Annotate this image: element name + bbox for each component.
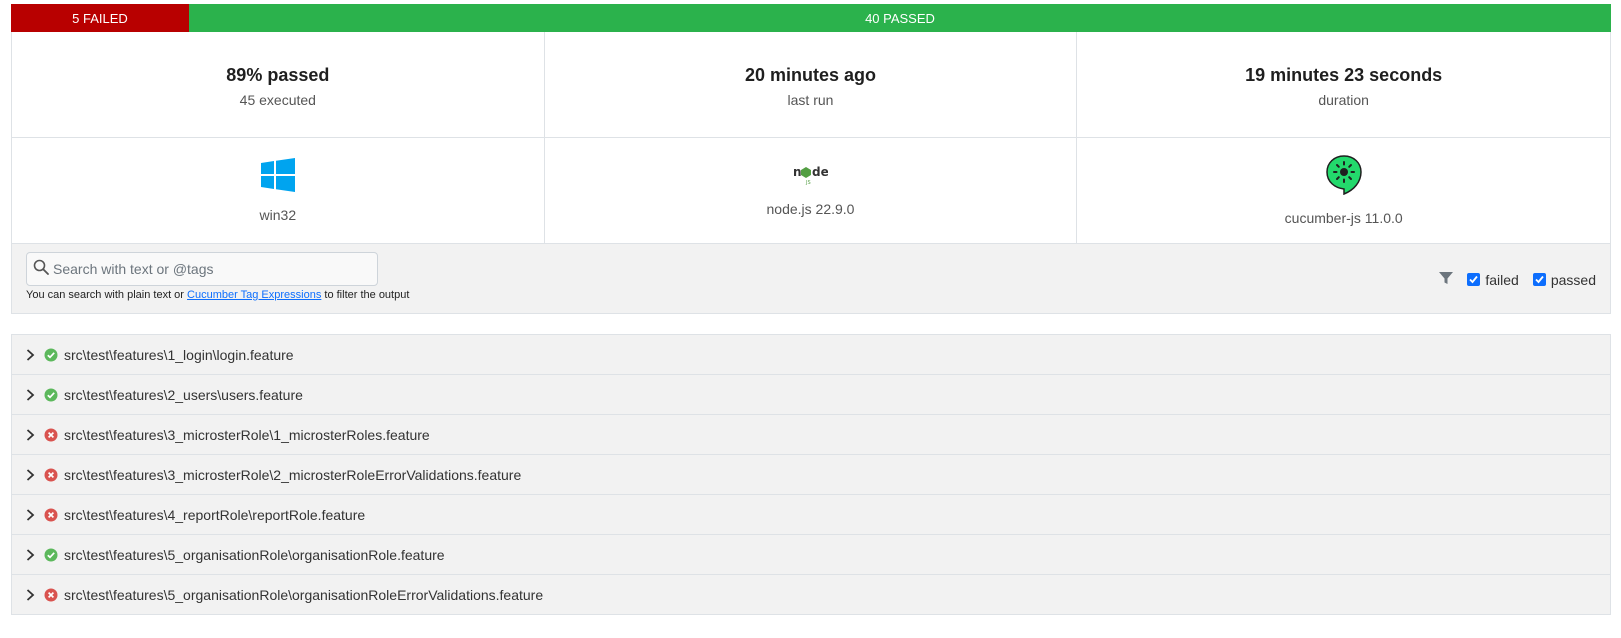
chevron-right-icon[interactable]	[26, 388, 38, 401]
os-info: win32	[12, 138, 545, 244]
feature-path: src\test\features\5_organisationRole\org…	[64, 546, 445, 563]
tag-expressions-link[interactable]: Cucumber Tag Expressions	[187, 289, 321, 301]
report-container: 5 FAILED 40 PASSED 89% passed 45 execute…	[11, 4, 1611, 615]
windows-icon	[260, 158, 295, 197]
search-panel: You can search with plain text or Cucumb…	[11, 244, 1611, 314]
feature-row[interactable]: src\test\features\4_reportRole\reportRol…	[12, 494, 1610, 534]
search-help-text: You can search with plain text or Cucumb…	[26, 289, 409, 301]
os-label: win32	[259, 207, 297, 223]
feature-row[interactable]: src\test\features\3_microsterRole\1_micr…	[12, 414, 1610, 454]
failed-filter-label[interactable]: failed	[1485, 272, 1518, 288]
status-filters: failed passed	[1439, 271, 1596, 288]
duration-value: 19 minutes 23 seconds	[1245, 65, 1443, 85]
duration-label: duration	[1318, 92, 1369, 108]
svg-text:de: de	[812, 165, 828, 179]
feature-path: src\test\features\4_reportRole\reportRol…	[64, 506, 366, 523]
feature-row[interactable]: src\test\features\3_microsterRole\2_micr…	[12, 454, 1610, 494]
executed-count-label: 45 executed	[239, 92, 316, 108]
passed-filter-label[interactable]: passed	[1551, 272, 1596, 288]
last-run-stat: 20 minutes ago last run	[544, 32, 1078, 138]
chevron-right-icon[interactable]	[26, 548, 38, 561]
chevron-right-icon[interactable]	[26, 468, 38, 481]
search-help-prefix: You can search with plain text or	[26, 289, 188, 301]
feature-row[interactable]: src\test\features\1_login\login.feature	[12, 335, 1610, 374]
chevron-right-icon[interactable]	[26, 348, 38, 361]
stats-grid: 89% passed 45 executed 20 minutes ago la…	[11, 32, 1611, 244]
filter-icon	[1439, 271, 1454, 288]
feature-path: src\test\features\5_organisationRole\org…	[64, 586, 544, 603]
pass-rate-stat: 89% passed 45 executed	[12, 32, 545, 138]
passed-status-icon	[44, 548, 58, 562]
pass-rate-value: 89% passed	[226, 65, 330, 85]
framework-info: cucumber-js 11.0.0	[1077, 138, 1610, 244]
feature-path: src\test\features\3_microsterRole\2_micr…	[64, 466, 522, 483]
feature-row[interactable]: src\test\features\5_organisationRole\org…	[12, 574, 1610, 614]
feature-row[interactable]: src\test\features\5_organisationRole\org…	[12, 534, 1610, 574]
feature-path: src\test\features\2_users\users.feature	[64, 386, 303, 403]
svg-text:n: n	[793, 165, 802, 179]
search-icon	[27, 259, 49, 280]
feature-list: src\test\features\1_login\login.features…	[11, 334, 1611, 615]
runtime-label: node.js 22.9.0	[766, 201, 855, 217]
framework-label: cucumber-js 11.0.0	[1284, 210, 1403, 226]
passed-status-icon	[44, 348, 58, 362]
feature-path: src\test\features\1_login\login.feature	[64, 346, 294, 363]
failed-filter-checkbox[interactable]	[1467, 273, 1481, 286]
last-run-value: 20 minutes ago	[744, 65, 877, 85]
passed-status-icon	[44, 388, 58, 402]
feature-path: src\test\features\3_microsterRole\1_micr…	[64, 426, 430, 443]
chevron-right-icon[interactable]	[26, 508, 38, 521]
failed-status-icon	[44, 468, 58, 482]
search-box	[26, 252, 378, 286]
passed-filter-checkbox[interactable]	[1532, 273, 1546, 286]
chevron-right-icon[interactable]	[26, 588, 38, 601]
failed-status-icon	[44, 428, 58, 442]
search-input[interactable]	[51, 260, 365, 278]
cucumber-icon	[1325, 155, 1362, 200]
failed-count-bar: 5 FAILED	[11, 4, 189, 32]
runtime-info: n de JS node.js 22.9.0	[544, 138, 1078, 244]
chevron-right-icon[interactable]	[26, 428, 38, 441]
test-summary-bar: 5 FAILED 40 PASSED	[11, 4, 1611, 32]
feature-row[interactable]: src\test\features\2_users\users.feature	[12, 374, 1610, 414]
search-help-suffix: to filter the output	[321, 289, 410, 301]
passed-count-bar: 40 PASSED	[189, 4, 1611, 32]
last-run-label: last run	[787, 92, 834, 108]
svg-text:JS: JS	[805, 180, 811, 186]
nodejs-icon: n de JS	[792, 164, 829, 191]
duration-stat: 19 minutes 23 seconds duration	[1077, 32, 1610, 138]
failed-status-icon	[44, 588, 58, 602]
failed-status-icon	[44, 508, 58, 522]
